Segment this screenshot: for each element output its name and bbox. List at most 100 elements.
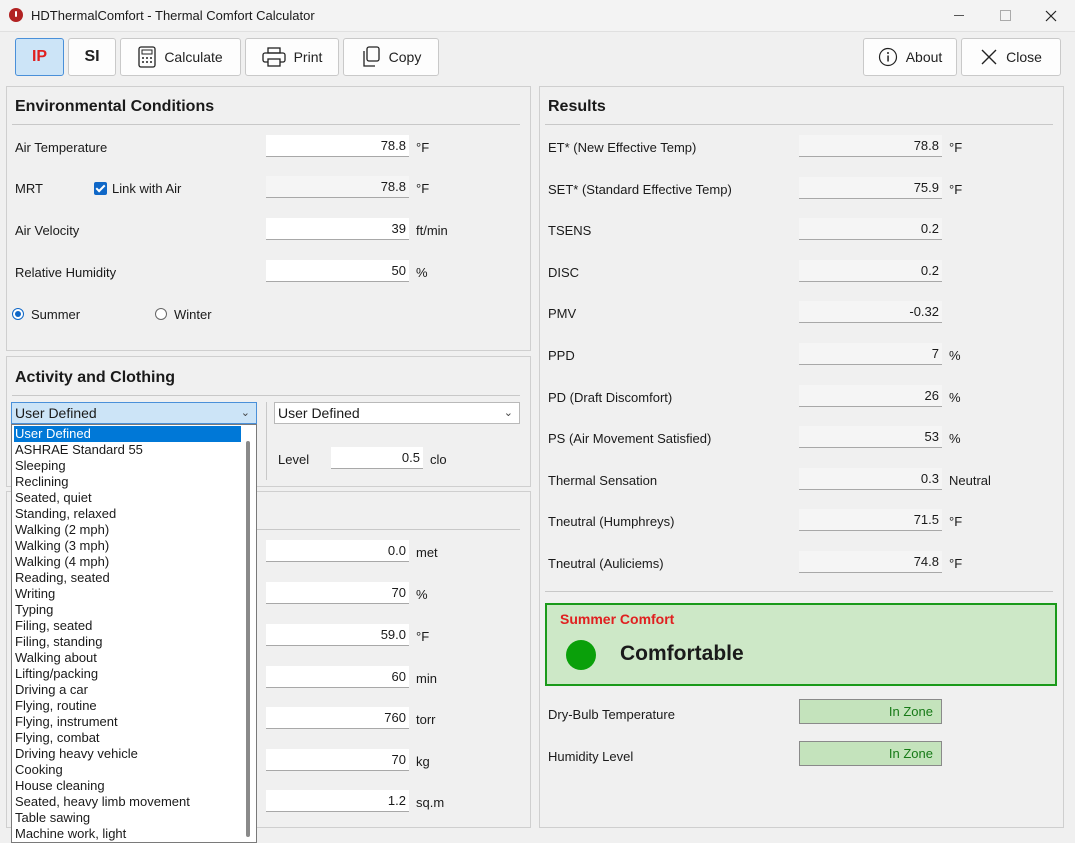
winter-radio[interactable]	[155, 308, 167, 320]
result-value: 7	[799, 343, 942, 365]
air-temperature-unit: °F	[416, 140, 430, 155]
dropdown-option[interactable]: User Defined	[14, 426, 241, 442]
chevron-down-icon: ⌄	[240, 407, 250, 419]
parameter-input[interactable]: 70	[266, 582, 409, 604]
result-unit: °F	[949, 181, 963, 197]
result-label: Tneutral (Humphreys)	[548, 514, 675, 530]
clothing-select[interactable]: User Defined ⌄	[274, 402, 520, 424]
mrt-unit: °F	[416, 181, 430, 196]
results-separator	[545, 124, 1053, 125]
dropdown-option[interactable]: Reading, seated	[14, 570, 241, 586]
mrt-label: MRT	[15, 181, 43, 196]
dropdown-option[interactable]: Driving a car	[14, 682, 241, 698]
si-units-button[interactable]: SI	[68, 38, 116, 76]
result-label: Tneutral (Auliciems)	[548, 556, 664, 571]
dropdown-option[interactable]: Driving heavy vehicle	[14, 746, 241, 762]
result-label: PPD	[548, 348, 575, 363]
air-temperature-input[interactable]: 78.8	[266, 135, 409, 157]
air-temperature-label: Air Temperature	[15, 140, 108, 155]
activity-dropdown-list[interactable]: User Defined ASHRAE Standard 55 Sleeping Re…	[11, 424, 257, 843]
about-label: About	[905, 49, 943, 65]
result-unit: %	[949, 348, 961, 363]
dropdown-option[interactable]: Walking about	[14, 650, 241, 666]
dropdown-option[interactable]: Reclining	[14, 474, 241, 490]
dropdown-option[interactable]: Writing	[14, 586, 241, 602]
parameter-input[interactable]: 59.0	[266, 624, 409, 646]
minimize-button[interactable]	[936, 0, 982, 31]
calculate-button[interactable]: Calculate	[120, 38, 241, 76]
copy-label: Copy	[388, 49, 422, 65]
chevron-down-icon: ⌄	[503, 407, 513, 419]
dropdown-option[interactable]: Machine work, light	[14, 826, 241, 842]
parameter-input[interactable]: 70	[266, 749, 409, 771]
dropdown-option[interactable]: Typing	[14, 602, 241, 618]
air-velocity-label: Air Velocity	[15, 223, 80, 238]
parameter-input[interactable]: 760	[266, 707, 409, 729]
parameter-unit: min	[416, 671, 437, 686]
maximize-button[interactable]	[982, 0, 1028, 31]
close-icon	[981, 49, 997, 65]
dropdown-option[interactable]: Flying, instrument	[14, 714, 241, 730]
calculate-label: Calculate	[164, 49, 223, 65]
ip-units-button[interactable]: IP	[15, 38, 64, 76]
dropdown-option[interactable]: Flying, routine	[14, 698, 241, 714]
env-panel-title: Environmental Conditions	[15, 98, 215, 115]
dropdown-option[interactable]: Sleeping	[14, 458, 241, 474]
parameter-input[interactable]: 0.0	[266, 540, 409, 562]
comfort-status-text: Comfortable	[620, 642, 744, 665]
result-unit: Neutral	[949, 472, 991, 488]
dropdown-option[interactable]: Cooking	[14, 762, 241, 778]
dropdown-option[interactable]: Filing, seated	[14, 618, 241, 634]
result-value: -0.32	[799, 301, 942, 324]
dropdown-option[interactable]: Seated, heavy limb movement	[14, 794, 241, 810]
app-thermometer-icon	[9, 8, 23, 22]
copy-button[interactable]: Copy	[343, 38, 439, 76]
maximize-icon	[999, 10, 1011, 21]
dry-bulb-status: In Zone	[799, 699, 942, 724]
clo-level-input[interactable]: 0.5	[331, 447, 423, 469]
dropdown-option[interactable]: ASHRAE Standard 55	[14, 442, 241, 458]
result-label: TSENS	[548, 223, 592, 239]
print-label: Print	[293, 49, 323, 65]
result-value: 0.2	[799, 218, 942, 241]
dropdown-option[interactable]: House cleaning	[14, 778, 241, 794]
relative-humidity-input[interactable]: 50	[266, 260, 409, 282]
air-velocity-unit: ft/min	[416, 223, 448, 238]
result-label: PS (Air Movement Satisfied)	[548, 431, 712, 447]
close-button[interactable]: Close	[961, 38, 1061, 76]
dropdown-option[interactable]: Walking (3 mph)	[14, 538, 241, 554]
ip-units-label: IP	[31, 48, 48, 65]
dropdown-option[interactable]: Flying, combat	[14, 730, 241, 746]
parameter-input[interactable]: 60	[266, 666, 409, 688]
result-value: 53	[799, 426, 942, 449]
clo-level-unit: clo	[430, 452, 447, 467]
summer-label: Summer	[31, 307, 81, 322]
humidity-level-label: Humidity Level	[548, 749, 634, 764]
mrt-field: 78.8	[266, 176, 409, 198]
result-value: 74.8	[799, 551, 942, 573]
summer-radio[interactable]	[12, 308, 24, 320]
relative-humidity-unit: %	[416, 265, 428, 280]
dropdown-option[interactable]: Table sawing	[14, 810, 241, 826]
dropdown-option[interactable]: Walking (2 mph)	[14, 522, 241, 538]
result-label: PMV	[548, 306, 577, 322]
about-button[interactable]: About	[863, 38, 957, 76]
dropdown-option[interactable]: Lifting/packing	[14, 666, 241, 682]
dropdown-option[interactable]: Filing, standing	[14, 634, 241, 650]
dropdown-scrollbar[interactable]	[246, 441, 250, 837]
parameter-unit: %	[416, 587, 428, 602]
result-label: DISC	[548, 264, 580, 280]
minimize-icon	[954, 15, 964, 16]
activity-divider	[266, 402, 267, 480]
print-button[interactable]: Print	[245, 38, 339, 76]
env-separator	[12, 124, 520, 125]
air-velocity-input[interactable]: 39	[266, 218, 409, 240]
window-close-button[interactable]	[1028, 0, 1074, 31]
dropdown-option[interactable]: Seated, quiet	[14, 490, 241, 506]
parameter-input[interactable]: 1.2	[266, 790, 409, 812]
link-with-air-checkbox[interactable]	[94, 182, 107, 195]
dropdown-option[interactable]: Walking (4 mph)	[14, 554, 241, 570]
info-icon	[878, 47, 897, 67]
activity-select[interactable]: User Defined ⌄	[11, 402, 257, 424]
dropdown-option[interactable]: Standing, relaxed	[14, 506, 241, 522]
